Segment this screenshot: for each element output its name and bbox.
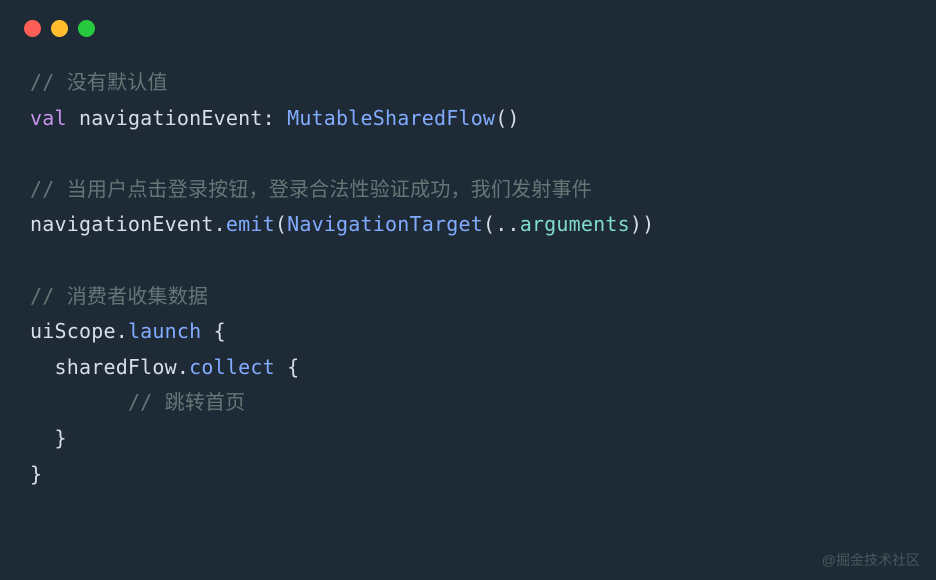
code-punct: {: [201, 319, 225, 343]
code-member: emit: [226, 212, 275, 236]
code-type: NavigationTarget: [287, 212, 483, 236]
code-comment: // 消费者收集数据: [30, 284, 208, 308]
code-punct: .: [116, 319, 128, 343]
code-type: MutableSharedFlow: [287, 106, 495, 130]
code-punct: .: [177, 355, 189, 379]
code-identifier: sharedFlow: [54, 355, 176, 379]
code-comment: // 跳转首页: [128, 390, 246, 414]
code-punct: (..: [483, 212, 520, 236]
code-punct: (: [275, 212, 287, 236]
maximize-icon[interactable]: [78, 20, 95, 37]
close-icon[interactable]: [24, 20, 41, 37]
code-indent: [30, 390, 128, 414]
code-punct: }: [30, 426, 67, 450]
code-punct: .: [214, 212, 226, 236]
code-property: arguments: [520, 212, 630, 236]
code-member: launch: [128, 319, 201, 343]
code-punct: :: [263, 106, 287, 130]
code-punct: )): [630, 212, 654, 236]
code-punct: {: [275, 355, 299, 379]
code-editor: // 没有默认值 val navigationEvent: MutableSha…: [0, 37, 936, 512]
code-punct: }: [30, 462, 42, 486]
code-identifier: navigationEvent: [30, 212, 214, 236]
code-comment: // 当用户点击登录按钮，登录合法性验证成功，我们发射事件: [30, 177, 592, 201]
minimize-icon[interactable]: [51, 20, 68, 37]
code-member: collect: [189, 355, 275, 379]
code-punct: (): [495, 106, 519, 130]
watermark: @掘金技术社区: [822, 550, 920, 570]
code-keyword: val: [30, 106, 67, 130]
code-indent: [30, 355, 54, 379]
code-identifier: navigationEvent: [67, 106, 263, 130]
code-identifier: uiScope: [30, 319, 116, 343]
code-comment: // 没有默认值: [30, 70, 168, 94]
window-controls: [0, 0, 936, 37]
